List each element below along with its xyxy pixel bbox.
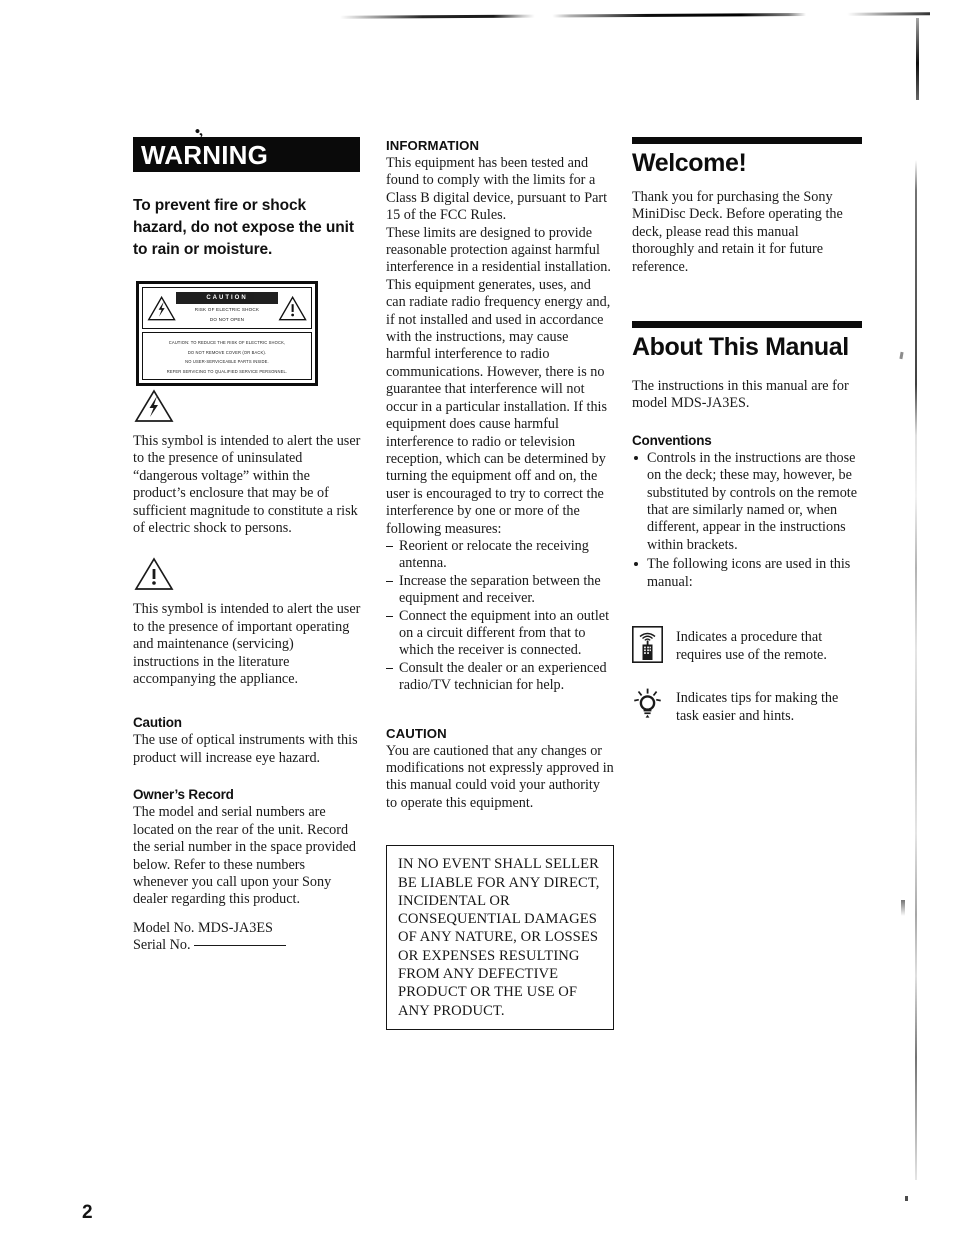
welcome-text: Thank you for purchasing the Sony MiniDi…	[632, 189, 843, 275]
liability-disclaimer-text: IN NO EVENT SHALL SELLER BE LIABLE FOR A…	[398, 856, 600, 1019]
measure-item-3-text: Connect the equipment into an outlet on …	[399, 607, 610, 659]
measure-item-1-text: Reorient or relocate the receiving anten…	[399, 537, 589, 572]
measure-item-2: Increase the separation between the equi…	[386, 573, 614, 608]
scan-edge-top-line	[339, 12, 931, 19]
dash-bullet-icon	[386, 667, 393, 670]
exclamation-symbol-description: This symbol is intended to alert the use…	[133, 601, 361, 688]
middle-column: INFORMATION This equipment has been test…	[386, 137, 614, 1030]
measure-item-4-text: Consult the dealer or an experienced rad…	[399, 659, 607, 694]
scan-speck-upper-right	[899, 351, 904, 360]
warning-lead-text: To prevent fire or shock hazard, do not …	[133, 197, 354, 258]
middle-caution-text: You are cautioned that any changes or mo…	[386, 742, 614, 811]
interference-measures-list: Reorient or relocate the receiving anten…	[386, 538, 614, 695]
measure-item-4: Consult the dealer or an experienced rad…	[386, 660, 614, 695]
conventions-list: Controls in the instructions are those o…	[632, 450, 862, 591]
caution-plate-spacer	[133, 261, 363, 388]
conventions-bullet-2-text: The following icons are used in this man…	[647, 556, 851, 590]
serial-number-label: Serial No.	[133, 937, 191, 954]
serial-number-row: Serial No.	[133, 937, 363, 954]
legend-row-tip: Indicates tips for making the task easie…	[632, 686, 862, 726]
page-number: 2	[82, 1202, 93, 1223]
measure-item-1: Reorient or relocate the receiving anten…	[386, 538, 614, 573]
model-number-label: Model No. MDS-JA3ES	[133, 919, 273, 936]
scan-speck-mid-right	[901, 900, 905, 916]
about-section-header: About This Manual	[632, 321, 862, 362]
light-bulb-tip-icon	[634, 688, 661, 718]
exclamation-triangle-symbol-icon	[134, 557, 174, 591]
warning-banner-label: WARNING	[141, 140, 269, 170]
lightning-bolt-triangle-symbol-icon	[134, 389, 174, 422]
about-text: The instructions in this manual are for …	[632, 378, 849, 412]
dash-bullet-icon	[386, 615, 393, 617]
dash-bullet-icon	[386, 580, 393, 583]
middle-caution-heading: CAUTION	[386, 725, 447, 741]
conventions-bullet-2: The following icons are used in this man…	[632, 556, 862, 591]
remote-control-icon	[632, 626, 663, 664]
left-column: To prevent fire or shock hazard, do not …	[133, 195, 363, 955]
about-heading: About This Manual	[632, 333, 849, 362]
legend-remote-text: Indicates a procedure that requires use …	[676, 629, 827, 663]
round-bullet-icon	[634, 562, 638, 567]
warning-banner: WARNING	[133, 137, 360, 172]
serial-number-write-in-line[interactable]	[193, 945, 286, 947]
dash-bullet-icon	[386, 545, 393, 548]
remote-control-icon-wrap	[632, 625, 666, 668]
light-bulb-tip-icon-wrap	[632, 686, 666, 726]
welcome-heading: Welcome!	[632, 149, 747, 177]
legend-tip-text: Indicates tips for making the task easie…	[676, 690, 839, 724]
information-paragraph-2: These limits are designed to provide rea…	[386, 224, 611, 537]
right-column: Welcome! Thank you for purchasing the So…	[632, 137, 862, 744]
scan-corner-mark	[916, 18, 919, 100]
measure-item-2-text: Increase the separation between the equi…	[399, 572, 601, 607]
measure-item-3: Connect the equipment into an outlet on …	[386, 608, 614, 660]
liability-disclaimer-box: IN NO EVENT SHALL SELLER BE LIABLE FOR A…	[386, 845, 614, 1030]
owners-record-heading: Owner’s Record	[133, 787, 234, 803]
lightning-symbol-description: This symbol is intended to alert the use…	[133, 433, 361, 537]
conventions-bullet-1-text: Controls in the instructions are those o…	[647, 449, 858, 553]
welcome-header-rule	[632, 137, 862, 144]
scan-speck-lower-right	[905, 1196, 908, 1201]
conventions-heading: Conventions	[632, 432, 712, 448]
conventions-bullet-1: Controls in the instructions are those o…	[632, 450, 862, 554]
round-bullet-icon	[634, 455, 638, 460]
welcome-section-header: Welcome!	[632, 137, 862, 178]
information-heading: INFORMATION	[386, 138, 480, 153]
left-caution-heading: Caution	[133, 715, 182, 731]
owners-record-text: The model and serial numbers are located…	[133, 804, 356, 908]
left-caution-text: The use of optical instruments with this…	[133, 732, 358, 766]
legend-row-remote: Indicates a procedure that requires use …	[632, 625, 862, 668]
scan-edge-right-line	[915, 160, 917, 1180]
information-paragraph-1: This equipment has been tested and found…	[386, 155, 608, 224]
about-header-rule	[632, 321, 862, 329]
